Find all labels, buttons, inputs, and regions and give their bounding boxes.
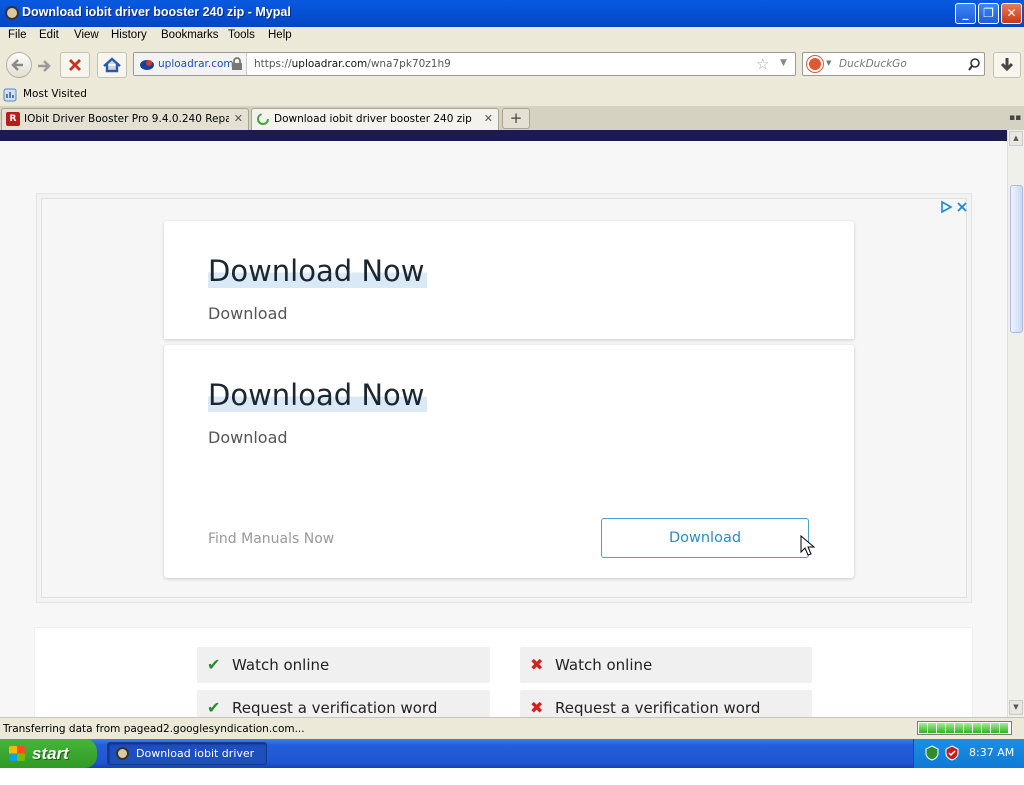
- most-visited-label: Most Visited: [23, 88, 87, 100]
- back-arrow-icon: [11, 59, 23, 71]
- ad-card-1[interactable]: Download Now Download: [164, 221, 854, 339]
- system-tray: 8:37 AM: [913, 739, 1024, 768]
- cross-icon: ✖: [530, 655, 544, 674]
- page-viewport: Download Now Download Download Now Downl…: [0, 141, 1007, 717]
- url-text[interactable]: https://uploadrar.com/wna7pk70z1h9: [254, 58, 451, 70]
- page-load-progress: [917, 721, 1012, 735]
- checkmark-icon: ✔: [207, 698, 221, 717]
- new-tab-button[interactable]: +: [502, 108, 530, 129]
- close-button[interactable]: ✕: [1001, 3, 1022, 24]
- bookmark-folder-icon: [3, 88, 17, 102]
- taskbar-window-button[interactable]: Download iobit driver ...: [107, 742, 267, 781]
- feature-label: Request a verification word: [555, 699, 761, 717]
- menu-view[interactable]: View: [74, 29, 99, 41]
- scroll-down-icon[interactable]: ▼: [1009, 700, 1023, 715]
- bookmarks-toolbar: Most Visited: [0, 84, 1024, 106]
- adchoices-icon[interactable]: [939, 200, 953, 214]
- taskbar-window-label: Download iobit driver ...: [136, 747, 255, 781]
- menu-bookmarks[interactable]: Bookmarks: [161, 29, 219, 41]
- url-dropdown-icon[interactable]: ▼: [780, 58, 787, 68]
- menu-tools[interactable]: Tools: [228, 29, 255, 41]
- tab-iobit-driver-booster[interactable]: R IObit Driver Booster Pro 9.4.0.240 Rep…: [1, 108, 249, 130]
- mouse-cursor-icon: [800, 535, 816, 556]
- back-button[interactable]: [6, 52, 32, 78]
- duckduckgo-icon[interactable]: [807, 56, 823, 72]
- ad-headline[interactable]: Download Now: [208, 254, 427, 288]
- browser-app-icon: [116, 747, 129, 760]
- status-text: Transferring data from pagead2.googlesyn…: [3, 723, 305, 735]
- window-title-bar[interactable]: Download iobit driver booster 240 zip - …: [0, 0, 1024, 27]
- tab-close-icon[interactable]: ✕: [484, 112, 493, 125]
- app-icon: [5, 6, 19, 20]
- search-engine-dropdown-icon[interactable]: ▼: [826, 59, 831, 67]
- feature-label: Watch online: [232, 656, 330, 674]
- stop-x-icon: [69, 59, 81, 71]
- tab-favicon-icon: R: [6, 112, 20, 126]
- lock-icon: [232, 57, 242, 70]
- status-bar: Transferring data from pagead2.googlesyn…: [0, 717, 1024, 739]
- site-identity-button[interactable]: uploadrar.com: [134, 53, 247, 75]
- search-placeholder: DuckDuckGo: [839, 58, 907, 70]
- tab-download-iobit[interactable]: Download iobit driver booster 240 zip ✕: [251, 108, 499, 130]
- feature-item: ✖ Request a verification word: [520, 690, 812, 717]
- menu-file[interactable]: File: [8, 29, 27, 41]
- identity-domain: uploadrar.com: [158, 58, 234, 70]
- feature-comparison: ✔ Watch online ✔ Request a verification …: [34, 627, 973, 717]
- scroll-thumb[interactable]: [1010, 185, 1023, 333]
- cross-icon: ✖: [530, 698, 544, 717]
- menu-edit[interactable]: Edit: [39, 29, 59, 41]
- forward-arrow-icon: [38, 60, 51, 72]
- menu-help[interactable]: Help: [268, 29, 292, 41]
- ad-subtext: Download: [208, 304, 288, 323]
- ad-download-button[interactable]: Download: [601, 518, 809, 558]
- site-header-strip: [0, 130, 1007, 141]
- ad-close-icon[interactable]: [955, 200, 969, 214]
- taskbar: start Download iobit driver ... 8:37 AM: [0, 739, 1024, 781]
- tab-strip: R IObit Driver Booster Pro 9.4.0.240 Rep…: [0, 106, 1024, 130]
- feature-label: Watch online: [555, 656, 653, 674]
- tab-list-icon[interactable]: ▪▪: [1009, 113, 1021, 123]
- clock: 8:37 AM: [969, 746, 1015, 759]
- scroll-up-icon[interactable]: ▲: [1009, 131, 1023, 146]
- tab-label: Download iobit driver booster 240 zip: [274, 113, 472, 125]
- windows-flag-icon: [9, 746, 25, 761]
- loading-spinner-icon: [257, 113, 269, 125]
- stop-button[interactable]: [60, 52, 90, 78]
- bookmark-star-icon[interactable]: ☆: [756, 55, 769, 73]
- ad-card-2[interactable]: Download Now Download Find Manuals Now D…: [164, 345, 854, 578]
- feature-item: ✔ Watch online: [197, 647, 490, 683]
- most-visited-bookmark[interactable]: Most Visited: [3, 87, 163, 103]
- feature-item: ✔ Request a verification word: [197, 690, 490, 717]
- ad-subtext: Download: [208, 428, 288, 447]
- search-icon[interactable]: [967, 57, 981, 71]
- minimize-button[interactable]: _: [955, 3, 976, 24]
- vertical-scrollbar[interactable]: ▲ ▼: [1007, 130, 1024, 717]
- checkmark-icon: ✔: [207, 655, 221, 674]
- download-arrow-icon: [1000, 58, 1014, 72]
- ad-container: Download Now Download Download Now Downl…: [41, 198, 967, 598]
- search-bar[interactable]: ▼ DuckDuckGo: [802, 52, 985, 76]
- start-button[interactable]: start: [0, 739, 97, 768]
- home-button[interactable]: [97, 52, 127, 78]
- security-shield-icon[interactable]: [924, 745, 940, 761]
- downloads-button[interactable]: [993, 52, 1021, 78]
- feature-label: Request a verification word: [232, 699, 438, 717]
- start-label: start: [32, 744, 69, 763]
- antivirus-shield-icon[interactable]: [944, 745, 960, 761]
- feature-item: ✖ Watch online: [520, 647, 812, 683]
- tab-label: IObit Driver Booster Pro 9.4.0.240 Repa.…: [24, 113, 229, 125]
- maximize-button[interactable]: ❐: [978, 3, 999, 24]
- tab-close-icon[interactable]: ✕: [234, 112, 243, 125]
- forward-button[interactable]: [34, 57, 54, 78]
- menu-history[interactable]: History: [111, 29, 147, 41]
- ad-frame: Download Now Download Download Now Downl…: [36, 193, 972, 603]
- ad-headline[interactable]: Download Now: [208, 378, 427, 412]
- home-icon: [103, 57, 121, 73]
- menu-bar: File Edit View History Bookmarks Tools H…: [0, 27, 1024, 46]
- window-title: Download iobit driver booster 240 zip - …: [22, 5, 291, 19]
- site-favicon-icon: [140, 60, 154, 70]
- ad-advertiser-name[interactable]: Find Manuals Now: [208, 531, 334, 547]
- url-bar[interactable]: uploadrar.com https://uploadrar.com/wna7…: [133, 52, 796, 76]
